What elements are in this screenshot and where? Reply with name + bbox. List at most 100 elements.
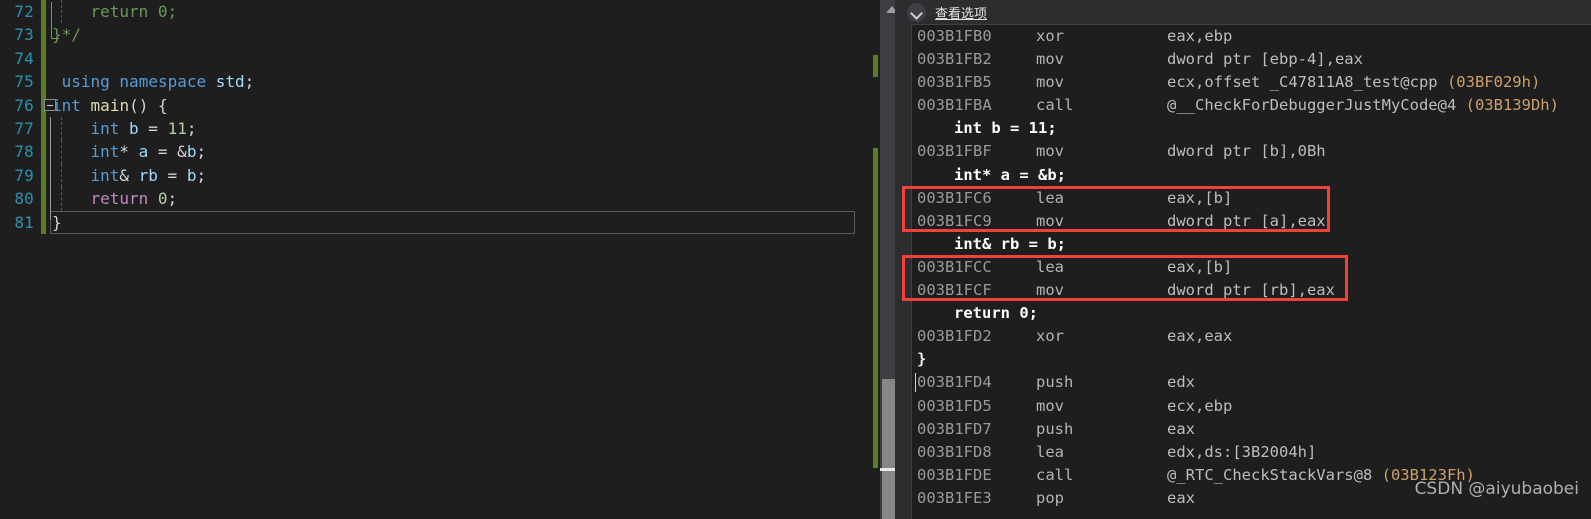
instruction-address: 003B1FDE — [917, 465, 992, 484]
app-root: 72 return 0; 73}*/74 75 using namespace std;… — [0, 0, 1591, 519]
source-line-text: int& rb = b; — [954, 234, 1066, 253]
change-bar — [41, 187, 46, 211]
disassembly-source-row[interactable]: return 0; — [912, 302, 1591, 325]
change-bar — [41, 140, 46, 164]
disassembly-instruction-row[interactable]: 003B1FB0 xor eax,ebp — [912, 25, 1591, 48]
disassembly-instruction-row[interactable]: 003B1FCF mov dword ptr [rb],eax — [912, 279, 1591, 302]
code-text: int main() { — [52, 95, 168, 115]
instruction-mnemonic: lea — [1036, 257, 1064, 276]
instruction-mnemonic: mov — [1036, 50, 1064, 69]
instruction-operands: eax,ebp — [1167, 27, 1233, 45]
disassembly-pane[interactable]: 查看选项 003B1FB0 xor eax,ebp 003B1FB2 mov dword … — [895, 0, 1591, 519]
instruction-operands: eax,eax — [1167, 327, 1233, 346]
instruction-address: 003B1FCF — [917, 281, 992, 300]
code-line[interactable]: 78 int* a = &b; — [0, 140, 868, 164]
instruction-operands: ecx,ebp — [1167, 396, 1233, 415]
disassembly-source-row[interactable]: int& rb = b; — [912, 233, 1591, 256]
instruction-mnemonic: push — [1036, 419, 1074, 438]
current-line-highlight — [50, 210, 855, 234]
instruction-operands: eax,[b] — [1167, 257, 1233, 276]
code-text: int& rb = b; — [90, 165, 207, 185]
code-line[interactable]: 81} — [0, 210, 868, 234]
line-number: 78 — [14, 142, 34, 162]
disassembly-source-row[interactable]: int* a = &b; — [912, 164, 1591, 187]
disassembly-instruction-row[interactable]: 003B1FCC lea eax,[b] — [912, 256, 1591, 279]
disassembly-source-row[interactable]: } — [912, 348, 1591, 371]
disassembly-instruction-row[interactable]: 003B1FD4 push edx — [912, 371, 1591, 394]
line-number: 76 — [14, 95, 34, 115]
disassembly-instruction-row[interactable]: 003B1FD7 push eax — [912, 418, 1591, 441]
instruction-operands: ecx,offset _C47811A8_test@cpp (03BF029h) — [1167, 73, 1541, 92]
chevron-down-icon[interactable] — [907, 2, 926, 22]
line-number: 74 — [14, 48, 34, 68]
code-editor-pane[interactable]: 72 return 0; 73}*/74 75 using namespace std;… — [0, 0, 868, 519]
editor-scrollbar-column[interactable] — [868, 0, 899, 519]
instruction-hex-target: (03BF029h) — [1446, 73, 1541, 92]
instruction-address: 003B1FD4 — [917, 373, 992, 392]
instruction-mnemonic: call — [1036, 96, 1074, 115]
disassembly-row-list[interactable]: 003B1FB0 xor eax,ebp 003B1FB2 mov dword ptr [… — [912, 25, 1591, 519]
code-line[interactable]: 72 return 0; — [0, 0, 868, 24]
code-line[interactable]: 73}*/ — [0, 23, 868, 47]
disassembly-instruction-row[interactable]: 003B1FB2 mov dword ptr [ebp-4],eax — [912, 48, 1591, 71]
instruction-operands: eax — [1167, 488, 1195, 507]
change-bar — [41, 0, 46, 24]
line-number: 79 — [14, 165, 34, 185]
instruction-mnemonic: mov — [1036, 396, 1064, 415]
instruction-mnemonic: lea — [1036, 442, 1064, 461]
watermark-text: CSDN @aiyubaobei — [1414, 479, 1579, 499]
disassembly-source-row[interactable]: int b = 11; — [912, 117, 1591, 140]
line-number: 80 — [14, 189, 34, 209]
code-line[interactable]: 74 — [0, 46, 868, 71]
change-bar — [41, 210, 46, 234]
line-number: 75 — [14, 72, 34, 92]
disassembly-instruction-row[interactable]: 003B1FC9 mov dword ptr [a],eax — [912, 210, 1591, 233]
instruction-mnemonic: xor — [1036, 327, 1064, 346]
view-options-link[interactable]: 查看选项 — [935, 3, 987, 22]
scrollbar-change-marker — [873, 148, 878, 468]
code-line[interactable]: 79 int& rb = b; — [0, 163, 868, 188]
disassembly-instruction-row[interactable]: 003B1FC6 lea eax,[b] — [912, 187, 1591, 210]
disassembly-instruction-row[interactable]: 003B1FBF mov dword ptr [b],0Bh — [912, 140, 1591, 163]
code-line[interactable]: 80 return 0; — [0, 187, 868, 211]
instruction-address: 003B1FC6 — [917, 188, 992, 207]
instruction-address: 003B1FD2 — [917, 327, 992, 346]
change-bar — [41, 163, 46, 188]
code-text: return 0; — [90, 189, 178, 209]
disassembly-instruction-row[interactable]: 003B1FD5 mov ecx,ebp — [912, 395, 1591, 418]
change-bar — [41, 116, 46, 141]
source-line-text: int b = 11; — [954, 119, 1057, 138]
instruction-operands: edx — [1167, 373, 1195, 392]
instruction-address: 003B1FBA — [917, 96, 992, 115]
source-line-text: return 0; — [954, 304, 1038, 323]
code-text: return 0; — [90, 2, 178, 21]
change-bar — [41, 46, 46, 71]
disassembly-header: 查看选项 — [895, 0, 1591, 25]
fold-collapse-icon[interactable] — [44, 99, 56, 112]
instruction-mnemonic: lea — [1036, 188, 1064, 207]
disassembly-gutter[interactable] — [895, 24, 912, 519]
code-line-list[interactable]: 72 return 0; 73}*/74 75 using namespace std;… — [0, 0, 868, 234]
line-number: 77 — [14, 118, 34, 138]
instruction-mnemonic: xor — [1036, 27, 1064, 45]
instruction-address: 003B1FB5 — [917, 73, 992, 92]
code-line[interactable]: 76 int main() { — [0, 93, 868, 117]
disassembly-instruction-row[interactable]: 003B1FD8 lea edx,ds:[3B2004h] — [912, 441, 1591, 464]
instruction-mnemonic: mov — [1036, 142, 1064, 161]
instruction-address: 003B1FB2 — [917, 50, 992, 69]
scrollbar-change-marker — [873, 55, 878, 77]
code-line[interactable]: 75 using namespace std; — [0, 70, 868, 94]
code-text: } — [52, 212, 62, 232]
instruction-mnemonic: mov — [1036, 73, 1064, 92]
instruction-address: 003B1FE3 — [917, 488, 992, 507]
instruction-operands: dword ptr [rb],eax — [1167, 281, 1335, 300]
disassembly-instruction-row[interactable]: 003B1FD2 xor eax,eax — [912, 325, 1591, 348]
code-text: int* a = &b; — [90, 142, 207, 162]
code-line[interactable]: 77 int b = 11; — [0, 116, 868, 141]
source-line-text: } — [917, 350, 927, 369]
instruction-mnemonic: push — [1036, 373, 1074, 392]
comment-block-bracket — [51, 2, 59, 40]
disassembly-instruction-row[interactable]: 003B1FB5 mov ecx,offset _C47811A8_test@cpp… — [912, 71, 1591, 94]
line-number: 73 — [14, 25, 34, 45]
disassembly-instruction-row[interactable]: 003B1FBA call @__CheckForDebuggerJustMyCod… — [912, 94, 1591, 117]
